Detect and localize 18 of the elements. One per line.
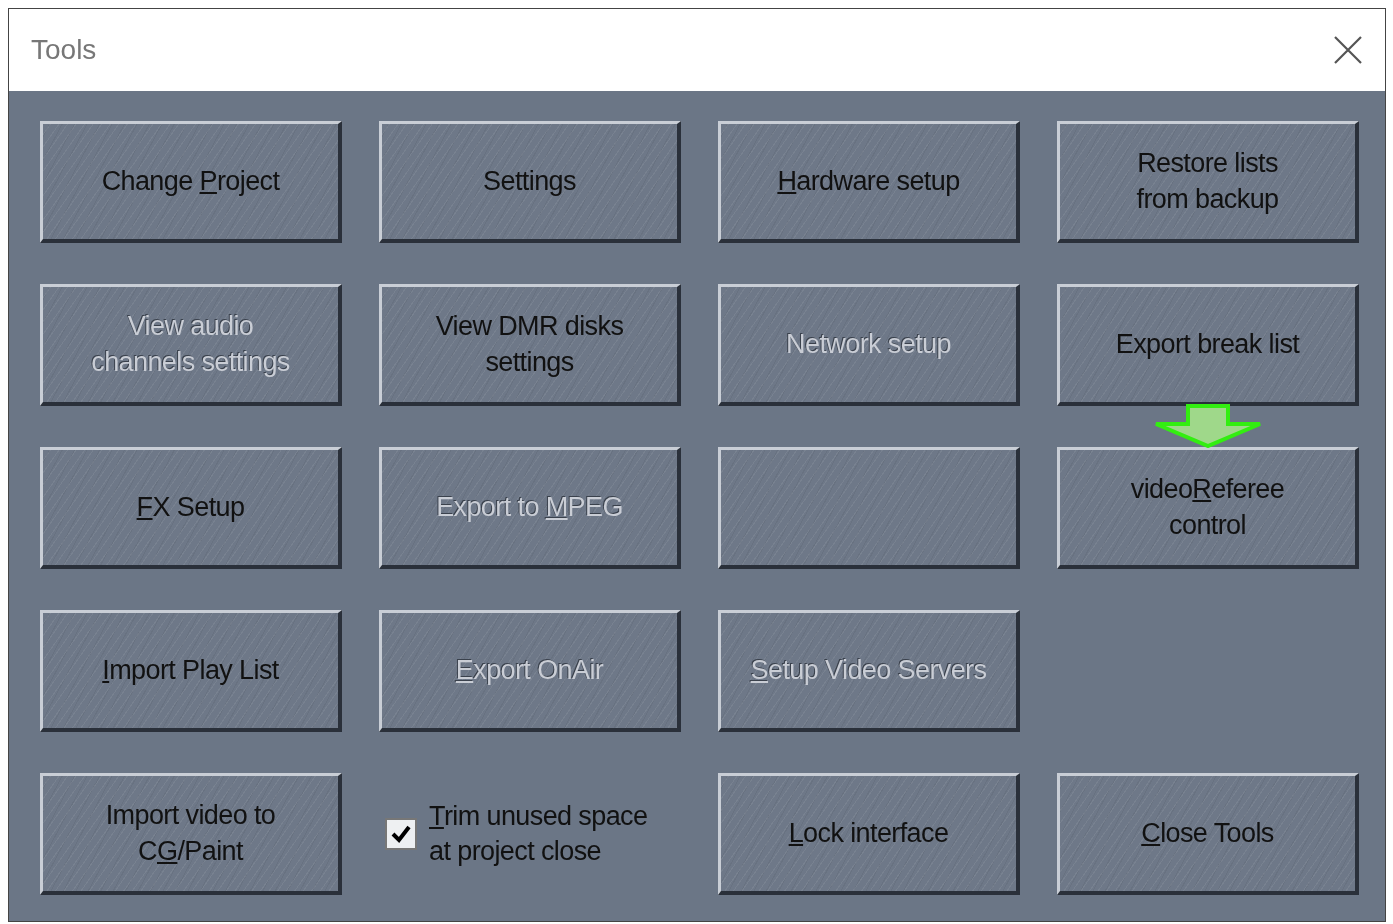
tool-button[interactable]: Export break list [1057,284,1359,406]
blank-button[interactable] [718,447,1020,569]
tool-button[interactable]: Change Project [40,121,342,243]
window-title: Tools [31,34,97,66]
check-icon [390,824,412,844]
tool-button[interactable]: Import Play List [40,610,342,732]
tool-button[interactable]: FX Setup [40,447,342,569]
tool-button[interactable]: Restore lists from backup [1057,121,1359,243]
close-icon[interactable] [1333,35,1363,65]
tool-button[interactable]: Hardware setup [718,121,1020,243]
tool-button[interactable]: View DMR disks settings [379,284,681,406]
checkbox[interactable] [385,818,417,850]
tool-button[interactable]: Lock interface [718,773,1020,895]
tool-button[interactable]: videoReferee control [1057,447,1359,569]
tool-button[interactable]: Close Tools [1057,773,1359,895]
tool-button[interactable]: Import video to CG/Paint [40,773,342,895]
tool-button[interactable]: Settings [379,121,681,243]
checkbox-label[interactable]: Trim unused space at project close [429,798,648,870]
